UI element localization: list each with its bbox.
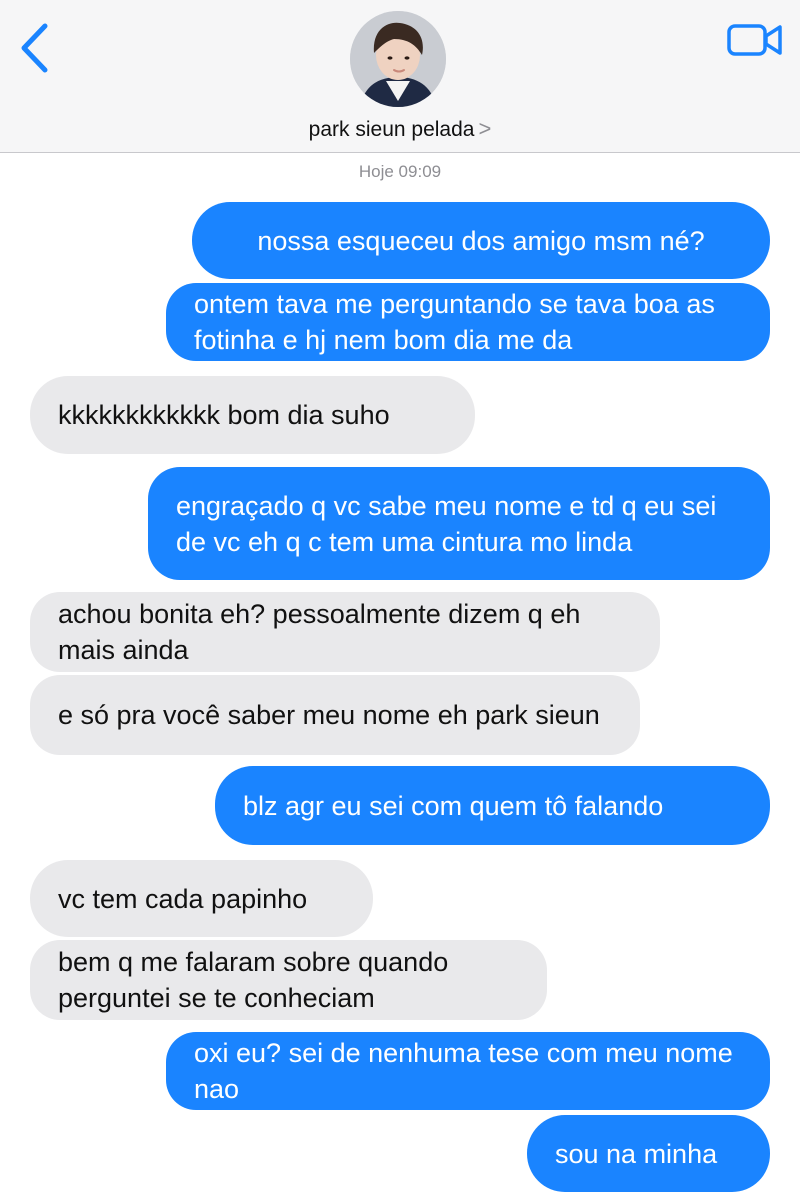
sent-message-bubble[interactable]: nossa esqueceu dos amigo msm né? [192, 202, 770, 279]
video-camera-icon [727, 24, 782, 56]
chevron-left-icon [21, 23, 48, 73]
back-button[interactable] [14, 22, 54, 74]
timestamp: Hoje 09:09 [358, 162, 442, 181]
sent-message-bubble[interactable]: oxi eu? sei de nenhuma tese com meu nome… [166, 1032, 770, 1110]
video-call-button[interactable] [726, 18, 784, 62]
sent-message-bubble[interactable]: blz agr eu sei com quem tô falando [215, 766, 770, 845]
conversation-header: park sieun pelada > [0, 0, 800, 153]
profile-photo [350, 11, 446, 107]
sent-message-bubble[interactable]: sou na minha [527, 1115, 770, 1192]
received-message-bubble[interactable]: achou bonita eh? pessoalmente dizem q eh… [30, 592, 660, 672]
chevron-right-icon: > [478, 116, 492, 141]
received-message-bubble[interactable]: vc tem cada papinho [30, 860, 373, 937]
contact-name-button[interactable]: park sieun pelada > [0, 116, 800, 142]
received-message-bubble[interactable]: e só pra você saber meu nome eh park sie… [30, 675, 640, 755]
sent-message-bubble[interactable]: engraçado q vc sabe meu nome e td q eu s… [148, 467, 770, 580]
contact-avatar[interactable] [350, 11, 446, 107]
received-message-bubble[interactable]: bem q me falaram sobre quando perguntei … [30, 940, 547, 1020]
sent-message-bubble[interactable]: ontem tava me perguntando se tava boa as… [166, 283, 770, 361]
contact-name: park sieun pelada [308, 118, 475, 141]
received-message-bubble[interactable]: kkkkkkkkkkkk bom dia suho [30, 376, 475, 454]
